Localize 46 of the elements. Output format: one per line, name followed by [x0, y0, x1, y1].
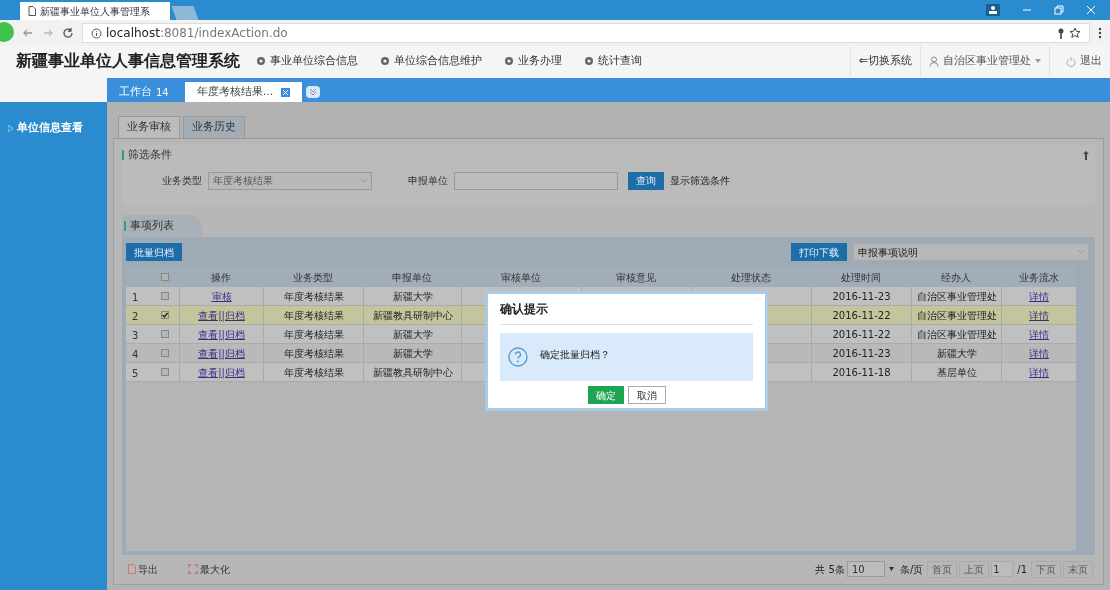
table-cell-text: 年度考核结果: [283, 308, 344, 323]
column-header: 处理状态: [730, 270, 772, 285]
table-cell-text: 2016-11-23: [832, 289, 891, 304]
table-cell-text: 基层单位: [936, 365, 977, 380]
table-cell-text: 2016-11-23: [832, 346, 891, 361]
section-title: 事项列表: [130, 217, 174, 234]
column-header: 审核单位: [500, 270, 542, 285]
table-cell-text: 新疆教具研制中心: [372, 308, 453, 323]
field-label: 业务类型: [162, 174, 202, 188]
table-cell-text: 年度考核结果: [283, 327, 344, 342]
column-header: 审核意见: [615, 270, 657, 285]
row-number: 5: [132, 368, 139, 379]
page-total: /1: [1017, 562, 1027, 577]
section-title: 筛选条件: [128, 147, 172, 163]
total-count: 共 5条: [815, 562, 845, 577]
column-header: 业务类型: [292, 270, 334, 285]
table-cell-text: 新疆大学: [936, 346, 977, 361]
column-header: 经办人: [940, 270, 972, 285]
table-cell-text: 自治区事业管理处: [916, 327, 997, 342]
table-cell-text: 2016-11-22: [832, 308, 891, 323]
table-cell-text: 新疆大学: [392, 327, 433, 342]
column-header: 处理时间: [840, 270, 882, 285]
page-size-label: 条/页: [899, 562, 924, 577]
tab-count: 14: [156, 85, 169, 100]
table-cell-text: 新疆大学: [392, 346, 433, 361]
row-number: 2: [132, 311, 139, 322]
row-number: 1: [132, 292, 139, 303]
field-label: 申报单位: [408, 174, 448, 188]
table-cell-text: 自治区事业管理处: [916, 289, 997, 304]
table-cell-text: 2016-11-22: [832, 327, 891, 342]
column-header: 业务流水: [1017, 270, 1060, 285]
table-cell-text: 自治区事业管理处: [916, 308, 997, 323]
table-cell-text: 年度考核结果: [283, 365, 344, 380]
table-cell-text: 新疆大学: [392, 289, 433, 304]
dialog-message: 确定批量归档？: [540, 347, 610, 362]
column-header: 操作: [210, 270, 232, 285]
dialog-title: 确认提示: [500, 300, 753, 325]
column-header: 申报单位: [391, 270, 433, 285]
row-number: 4: [132, 349, 139, 360]
app-title: 新疆事业单位人事信息管理系统: [16, 50, 240, 72]
table-cell-text: 年度考核结果: [283, 346, 344, 361]
row-number: 3: [132, 330, 139, 341]
table-cell-text: 新疆教具研制中心: [372, 365, 453, 380]
table-cell-text: 年度考核结果: [283, 289, 344, 304]
table-cell-text: 2016-11-18: [832, 365, 891, 380]
url-text: localhost:8081/indexAction.do: [106, 25, 288, 42]
